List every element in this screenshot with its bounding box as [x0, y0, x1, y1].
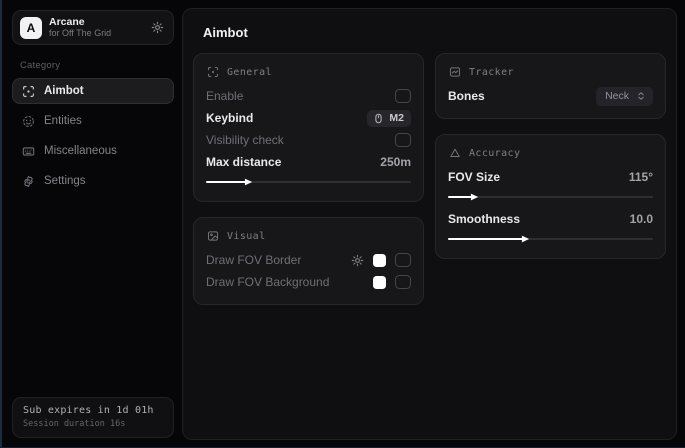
main-panel: Aimbot General — [182, 8, 677, 440]
fov-border-settings-gear-icon[interactable] — [351, 254, 364, 267]
sidebar-item-entities[interactable]: Entities — [12, 108, 174, 134]
draw-fov-background-label: Draw FOV Background — [206, 275, 329, 289]
gear-icon — [22, 175, 35, 188]
bones-row: Bones Neck — [448, 85, 653, 107]
visibility-check-checkbox[interactable] — [395, 133, 411, 147]
app-logo-card: A Arcane for Off The Grid — [12, 10, 174, 45]
subscription-info-card: Sub expires in 1d 01h Session duration 1… — [12, 397, 174, 438]
app-window: A Arcane for Off The Grid Category — [0, 0, 685, 448]
keybind-row: Keybind M2 — [206, 107, 411, 129]
draw-fov-border-row: Draw FOV Border — [206, 249, 411, 271]
card-title: General — [227, 67, 272, 78]
bones-selected-value: Neck — [605, 90, 629, 102]
session-duration-text: Session duration 16s — [23, 419, 163, 429]
sidebar-item-miscellaneous[interactable]: Miscellaneous — [12, 138, 174, 164]
fov-size-row: FOV Size 115° — [448, 166, 653, 188]
slider-thumb-icon[interactable] — [521, 235, 530, 244]
slider-thumb-icon[interactable] — [244, 178, 253, 187]
smoothness-row: Smoothness 10.0 — [448, 208, 653, 230]
app-name: Arcane — [49, 16, 111, 28]
sidebar-nav: Aimbot Entities — [12, 78, 174, 194]
keybind-button[interactable]: M2 — [367, 110, 411, 127]
general-card: General Enable Keybind — [193, 53, 424, 202]
visibility-check-row: Visibility check — [206, 129, 411, 151]
image-icon — [207, 230, 219, 242]
accuracy-card: Accuracy FOV Size 115° — [435, 134, 666, 259]
keybind-label: Keybind — [206, 111, 253, 125]
smoothness-label: Smoothness — [448, 212, 520, 226]
chevrons-up-down-icon — [636, 91, 646, 101]
enable-checkbox[interactable] — [395, 89, 411, 103]
category-label: Category — [20, 60, 174, 71]
max-distance-value: 250m — [380, 155, 411, 169]
bones-select[interactable]: Neck — [596, 87, 653, 106]
draw-fov-border-label: Draw FOV Border — [206, 253, 301, 267]
draw-fov-background-checkbox[interactable] — [395, 275, 411, 289]
enable-row: Enable — [206, 85, 411, 107]
card-title: Visual — [227, 231, 266, 242]
sidebar-item-label: Miscellaneous — [44, 145, 117, 157]
fov-size-slider[interactable] — [448, 192, 653, 202]
fov-size-label: FOV Size — [448, 170, 500, 184]
fov-background-color-swatch[interactable] — [373, 276, 386, 289]
card-title: Tracker — [469, 67, 514, 78]
app-meta: Arcane for Off The Grid — [49, 16, 111, 38]
sidebar-item-settings[interactable]: Settings — [12, 168, 174, 194]
page-title: Aimbot — [203, 25, 666, 40]
smoothness-slider[interactable] — [448, 234, 653, 244]
sidebar-item-label: Aimbot — [44, 85, 84, 97]
delta-triangle-icon — [449, 147, 461, 159]
entities-icon — [22, 115, 35, 128]
smoothness-value: 10.0 — [630, 212, 653, 226]
max-distance-label: Max distance — [206, 155, 281, 169]
crosshair-icon — [22, 85, 35, 98]
sub-expires-text: Sub expires in 1d 01h — [23, 405, 163, 416]
draw-fov-border-checkbox[interactable] — [395, 253, 411, 267]
settings-gear-icon[interactable] — [151, 21, 164, 34]
sidebar-item-aimbot[interactable]: Aimbot — [12, 78, 174, 104]
fov-size-value: 115° — [629, 170, 653, 184]
app-subtitle: for Off The Grid — [49, 28, 111, 38]
max-distance-row: Max distance 250m — [206, 151, 411, 173]
enable-label: Enable — [206, 89, 243, 103]
fov-border-color-swatch[interactable] — [373, 254, 386, 267]
sidebar: A Arcane for Off The Grid Category — [12, 0, 174, 448]
slider-thumb-icon[interactable] — [470, 193, 479, 202]
crosshair-icon — [207, 66, 219, 78]
tracker-icon — [449, 66, 461, 78]
bones-label: Bones — [448, 89, 485, 103]
visual-card: Visual Draw FOV Border — [193, 217, 424, 305]
keyboard-grid-icon — [22, 145, 35, 158]
visibility-check-label: Visibility check — [206, 133, 284, 147]
keybind-value: M2 — [389, 112, 404, 124]
max-distance-slider[interactable] — [206, 177, 411, 187]
tracker-card: Tracker Bones Neck — [435, 53, 666, 119]
mouse-icon — [373, 113, 384, 124]
card-title: Accuracy — [469, 148, 520, 159]
app-logo: A — [20, 17, 42, 39]
sidebar-item-label: Settings — [44, 175, 86, 187]
draw-fov-background-row: Draw FOV Background — [206, 271, 411, 293]
sidebar-item-label: Entities — [44, 115, 82, 127]
